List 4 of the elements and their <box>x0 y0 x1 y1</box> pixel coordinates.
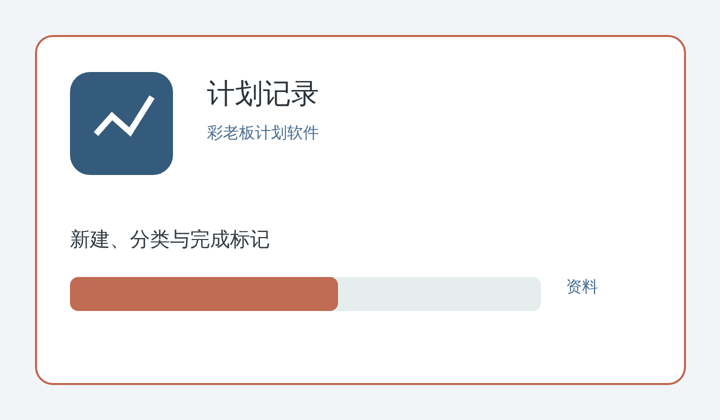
app-title: 计划记录 <box>207 76 319 112</box>
app-subtitle: 彩老板计划软件 <box>207 122 319 144</box>
description-text: 新建、分类与完成标记 <box>70 226 271 253</box>
info-link[interactable]: 资料 <box>566 277 598 297</box>
